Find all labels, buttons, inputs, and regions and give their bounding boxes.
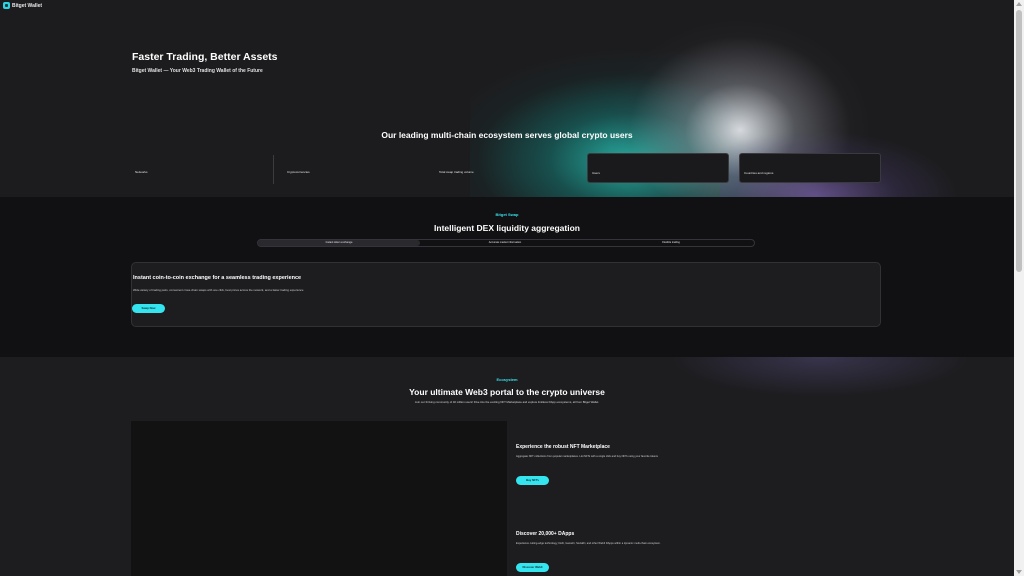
logo-text: Bitget Wallet bbox=[12, 2, 43, 9]
discover-web3-button[interactable]: Discover Web3 bbox=[516, 563, 549, 572]
ecosystem-title: Your ultimate Web3 portal to the crypto … bbox=[409, 387, 605, 397]
scroll-down-arrow-icon[interactable] bbox=[1016, 570, 1022, 574]
swap-card-title: Instant coin-to-coin exchange for a seam… bbox=[133, 275, 302, 281]
scroll-up-arrow-icon[interactable] bbox=[1016, 2, 1022, 6]
stat-card-users: Users bbox=[587, 153, 729, 183]
stat-card-cryptocurrencies: Cryptocurrencies bbox=[283, 153, 426, 183]
swap-eyebrow: Bitget Swap bbox=[495, 212, 519, 217]
swap-feature-card: Instant coin-to-coin exchange for a seam… bbox=[131, 262, 881, 327]
swap-card-description: Wide variety of trading pairs, convenien… bbox=[133, 288, 304, 292]
feature-desc-dapps: Experience cutting-edge technology, DeFi… bbox=[516, 542, 661, 545]
logo[interactable]: Bitget Wallet bbox=[3, 2, 42, 9]
stat-card-networks: Networks bbox=[131, 153, 271, 183]
ecosystem-section: Ecosystem Your ultimate Web3 portal to t… bbox=[0, 357, 1014, 576]
swap-title: Intelligent DEX liquidity aggregation bbox=[434, 223, 580, 233]
feature-title-nft: Experience the robust NFT Marketplace bbox=[516, 444, 610, 450]
stat-card-volume: Total swap trading volume bbox=[435, 153, 578, 183]
ecosystem-description: Join our thriving community of 40 millio… bbox=[414, 400, 600, 404]
stat-label: Users bbox=[592, 171, 600, 175]
swap-now-button[interactable]: Swap Now bbox=[132, 304, 165, 313]
page: Faster Trading, Better Assets Bitget Wal… bbox=[0, 0, 1014, 576]
stat-label: Cryptocurrencies bbox=[287, 170, 310, 174]
scrollbar-thumb[interactable] bbox=[1016, 10, 1022, 272]
hero-section: Faster Trading, Better Assets Bitget Wal… bbox=[0, 0, 1014, 197]
stat-label: Total swap trading volume bbox=[439, 170, 474, 174]
swap-tabs: Instant token exchange Accurate market i… bbox=[257, 239, 755, 247]
hero-title: Faster Trading, Better Assets bbox=[132, 51, 278, 63]
stat-card-countries: Countries and regions bbox=[739, 153, 881, 183]
swap-section: Bitget Swap Intelligent DEX liquidity ag… bbox=[0, 197, 1014, 357]
tab-accurate-market-information[interactable]: Accurate market information bbox=[424, 240, 586, 246]
ecosystem-media-panel bbox=[131, 421, 507, 576]
hero-subtitle: Bitget Wallet — Your Web3 Trading Wallet… bbox=[132, 68, 263, 74]
ecosystem-eyebrow: Ecosystem bbox=[496, 377, 518, 382]
feature-title-dapps: Discover 20,000+ DApps bbox=[516, 531, 575, 537]
tab-instant-token-exchange[interactable]: Instant token exchange bbox=[258, 240, 420, 246]
stat-label: Networks bbox=[135, 170, 148, 174]
stat-label: Countries and regions bbox=[744, 171, 774, 175]
feature-desc-nft: Aggregate NFT collections from popular m… bbox=[516, 455, 658, 458]
top-bar: Bitget Wallet bbox=[0, 0, 1014, 12]
page-scrollbar[interactable] bbox=[1014, 0, 1024, 576]
ecosystem-stats-title: Our leading multi-chain ecosystem serves… bbox=[381, 130, 633, 140]
stat-divider bbox=[273, 155, 274, 184]
tab-flexible-trading[interactable]: Flexible trading bbox=[590, 240, 752, 246]
bitget-logo-icon bbox=[3, 2, 10, 9]
buy-nfts-button[interactable]: Buy NFTs bbox=[516, 476, 549, 485]
